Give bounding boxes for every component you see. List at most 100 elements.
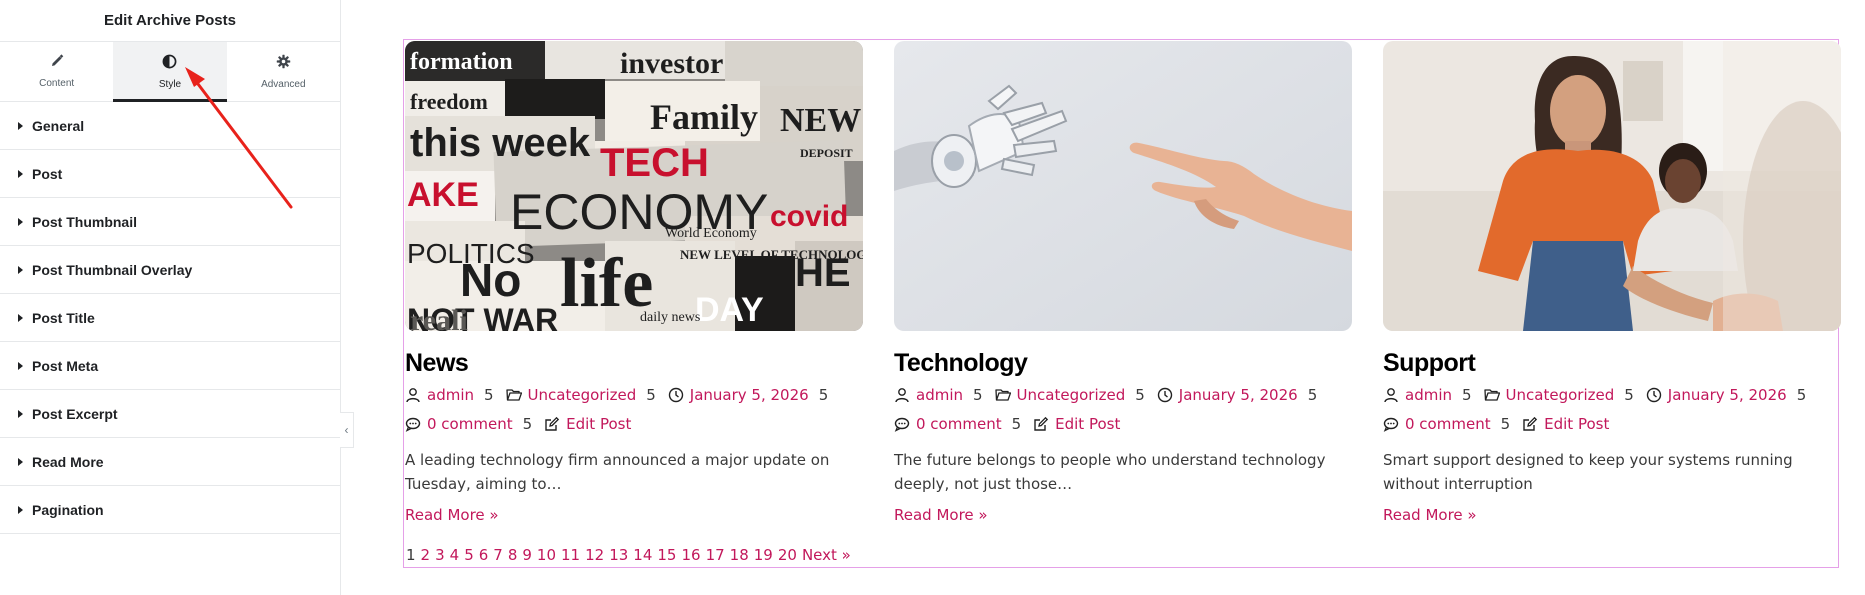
meta-count: 5 bbox=[1462, 385, 1472, 404]
folder-icon bbox=[505, 387, 522, 403]
section-post-excerpt[interactable]: Post Excerpt bbox=[0, 390, 340, 438]
collage-word: HE bbox=[795, 251, 851, 295]
page-number-link[interactable]: 8 bbox=[508, 546, 518, 564]
section-post-title[interactable]: Post Title bbox=[0, 294, 340, 342]
meta-count: 5 bbox=[1796, 385, 1807, 404]
section-label: Post Thumbnail Overlay bbox=[32, 261, 193, 278]
editor-panel: Edit Archive Posts Content Style Advance… bbox=[0, 0, 341, 595]
meta-count: 5 bbox=[522, 414, 533, 433]
section-read-more[interactable]: Read More bbox=[0, 438, 340, 486]
collapse-panel-button[interactable]: ‹ bbox=[340, 412, 354, 448]
collage-word: daily news bbox=[640, 310, 700, 325]
collage-word: Family bbox=[650, 97, 758, 137]
caret-right-icon bbox=[18, 121, 23, 130]
page-number-link[interactable]: 16 bbox=[681, 546, 700, 564]
edit-icon bbox=[1522, 416, 1538, 432]
read-more-link[interactable]: Read More » bbox=[894, 506, 988, 524]
tab-content[interactable]: Content bbox=[0, 42, 113, 101]
page-number-link[interactable]: 17 bbox=[706, 546, 725, 564]
author-link[interactable]: admin bbox=[916, 386, 963, 404]
meta-count: 5 bbox=[1307, 385, 1318, 404]
meta-count: 5 bbox=[1135, 385, 1145, 404]
page-number-link[interactable]: 2 bbox=[421, 546, 431, 564]
page-number-link[interactable]: 9 bbox=[522, 546, 532, 564]
collage-word: covid bbox=[770, 200, 848, 233]
collage-word: World Economy bbox=[665, 226, 757, 241]
post-card: Support admin 5 Uncategorized 5 January … bbox=[1383, 41, 1841, 525]
user-icon bbox=[1383, 387, 1399, 403]
archive-posts-widget[interactable]: formation investor freedom Family NEW th… bbox=[403, 39, 1841, 568]
pagination: 1 2 3 4 5 6 7 8 9 10 11 12 13 14 15 16 1… bbox=[406, 546, 851, 564]
date-link[interactable]: January 5, 2026 bbox=[690, 386, 809, 404]
pencil-icon bbox=[50, 54, 64, 72]
author-link[interactable]: admin bbox=[1405, 386, 1452, 404]
next-page-link[interactable]: Next » bbox=[802, 546, 851, 564]
caret-right-icon bbox=[18, 457, 23, 466]
post-title[interactable]: Support bbox=[1383, 349, 1841, 378]
section-general[interactable]: General bbox=[0, 102, 340, 150]
section-post-meta[interactable]: Post Meta bbox=[0, 342, 340, 390]
user-icon bbox=[405, 387, 421, 403]
section-post[interactable]: Post bbox=[0, 150, 340, 198]
post-title[interactable]: Technology bbox=[894, 349, 1352, 378]
page-number-link[interactable]: 14 bbox=[633, 546, 652, 564]
caret-right-icon bbox=[18, 265, 23, 274]
post-meta-secondary: 0 comment 5 Edit Post bbox=[405, 409, 863, 438]
page-number-link[interactable]: 10 bbox=[537, 546, 556, 564]
page-number-link[interactable]: 6 bbox=[479, 546, 489, 564]
section-label: Post Title bbox=[32, 309, 95, 326]
read-more-link[interactable]: Read More » bbox=[1383, 506, 1477, 524]
post-excerpt: The future belongs to people who underst… bbox=[894, 451, 1326, 493]
caret-right-icon bbox=[18, 361, 23, 370]
page-number-link[interactable]: 13 bbox=[609, 546, 628, 564]
post-title[interactable]: News bbox=[405, 349, 863, 378]
collage-word: investor bbox=[620, 47, 723, 80]
edit-post-link[interactable]: Edit Post bbox=[1055, 415, 1120, 433]
user-icon bbox=[894, 387, 910, 403]
post-card: Technology admin 5 Uncategorized 5 Janua… bbox=[894, 41, 1352, 525]
date-link[interactable]: January 5, 2026 bbox=[1179, 386, 1298, 404]
page-number-link[interactable]: 5 bbox=[464, 546, 474, 564]
read-more-link[interactable]: Read More » bbox=[405, 506, 499, 524]
section-label: Post Thumbnail bbox=[32, 213, 137, 230]
edit-post-link[interactable]: Edit Post bbox=[566, 415, 631, 433]
chevron-left-icon: ‹ bbox=[344, 423, 349, 437]
collage-word: DAY bbox=[695, 291, 764, 329]
section-post-thumbnail[interactable]: Post Thumbnail bbox=[0, 198, 340, 246]
page-number-link[interactable]: 20 bbox=[778, 546, 797, 564]
post-thumbnail[interactable] bbox=[894, 41, 1352, 331]
caret-right-icon bbox=[18, 409, 23, 418]
category-link[interactable]: Uncategorized bbox=[1506, 386, 1615, 404]
comments-link[interactable]: 0 comment bbox=[916, 415, 1002, 433]
section-label: Post Excerpt bbox=[32, 405, 118, 422]
page-number-link[interactable]: 11 bbox=[561, 546, 580, 564]
post-thumbnail[interactable]: formation investor freedom Family NEW th… bbox=[405, 41, 863, 331]
edit-post-link[interactable]: Edit Post bbox=[1544, 415, 1609, 433]
page-number-link[interactable]: 4 bbox=[450, 546, 460, 564]
category-link[interactable]: Uncategorized bbox=[528, 386, 637, 404]
post-thumbnail[interactable] bbox=[1383, 41, 1841, 331]
comments-link[interactable]: 0 comment bbox=[1405, 415, 1491, 433]
comments-link[interactable]: 0 comment bbox=[427, 415, 513, 433]
robot-human-hands-image bbox=[894, 41, 1352, 331]
post-meta: admin 5 Uncategorized 5 January 5, 2026 … bbox=[894, 380, 1352, 409]
category-link[interactable]: Uncategorized bbox=[1017, 386, 1126, 404]
comment-icon bbox=[894, 416, 910, 432]
tab-style[interactable]: Style bbox=[113, 42, 227, 102]
page-number-link[interactable]: 3 bbox=[435, 546, 445, 564]
author-link[interactable]: admin bbox=[427, 386, 474, 404]
page-number-link[interactable]: 19 bbox=[754, 546, 773, 564]
collage-word: freedom bbox=[410, 89, 488, 114]
section-post-thumbnail-overlay[interactable]: Post Thumbnail Overlay bbox=[0, 246, 340, 294]
tab-advanced[interactable]: Advanced bbox=[227, 42, 340, 101]
page-number-link[interactable]: 7 bbox=[493, 546, 503, 564]
section-pagination[interactable]: Pagination bbox=[0, 486, 340, 534]
page-number-link[interactable]: 18 bbox=[730, 546, 749, 564]
page-number-link[interactable]: 12 bbox=[585, 546, 604, 564]
tab-style-label: Style bbox=[158, 78, 182, 90]
contrast-icon bbox=[162, 54, 177, 73]
panel-tabs: Content Style Advanced bbox=[0, 42, 340, 102]
date-link[interactable]: January 5, 2026 bbox=[1668, 386, 1787, 404]
page-number-link[interactable]: 15 bbox=[657, 546, 676, 564]
post-meta-secondary: 0 comment 5 Edit Post bbox=[1383, 409, 1841, 438]
